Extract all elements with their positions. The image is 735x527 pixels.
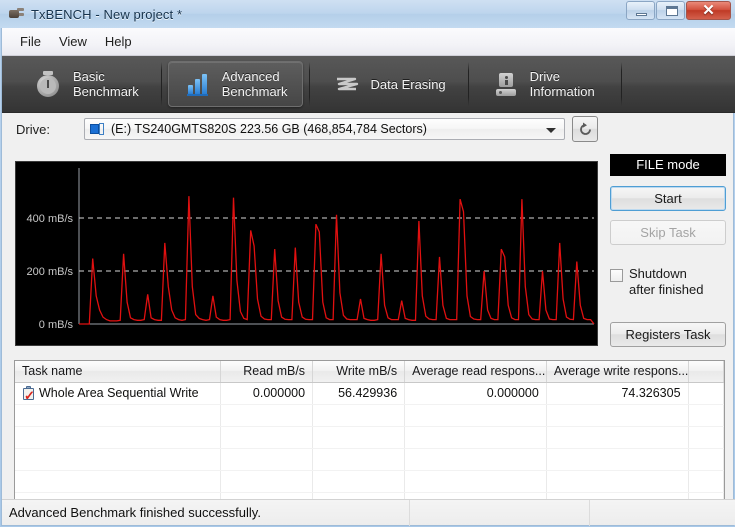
tab-separator — [468, 62, 469, 106]
cell-avg-read-response: 0.000000 — [405, 382, 547, 404]
column-header-write-mbs[interactable]: Write mB/s — [313, 361, 405, 382]
cell-task-name-text: Whole Area Sequential Write — [39, 386, 199, 400]
tab-drive-information[interactable]: Drive Information — [477, 61, 609, 107]
column-header-extra[interactable] — [688, 361, 723, 382]
txbench-window: TxBENCH - New project * ✕ File View Help — [0, 0, 735, 527]
maximize-icon — [666, 6, 678, 16]
table-empty-row — [15, 404, 724, 426]
column-header-avg-read-response[interactable]: Average read respons... — [405, 361, 547, 382]
tab-advanced-benchmark-label: Advanced Benchmark — [222, 69, 288, 99]
menu-help[interactable]: Help — [96, 31, 141, 52]
stopwatch-icon — [34, 69, 64, 99]
disk-icon — [90, 122, 106, 136]
client-area: File View Help Basic Benchmark — [1, 28, 734, 526]
table-empty-row — [15, 448, 724, 470]
refresh-drives-button[interactable] — [572, 116, 598, 142]
shutdown-checkbox-label: Shutdown after finished — [629, 266, 703, 298]
table-empty-row — [15, 426, 724, 448]
tab-separator — [621, 62, 622, 106]
tab-basic-benchmark[interactable]: Basic Benchmark — [20, 61, 153, 107]
column-header-read-mbs[interactable]: Read mB/s — [220, 361, 312, 382]
wave-icon — [332, 69, 362, 99]
registers-task-button[interactable]: Registers Task — [610, 322, 726, 347]
menu-bar: File View Help — [2, 28, 735, 56]
column-header-task-name[interactable]: Task name — [15, 361, 220, 382]
start-button[interactable]: Start — [610, 186, 726, 211]
toolbar-tabs: Basic Benchmark Advanced Benchmark — [2, 56, 735, 113]
skip-task-button: Skip Task — [610, 220, 726, 245]
cell-task-name: ✓ Whole Area Sequential Write — [15, 382, 220, 404]
drive-info-icon — [491, 69, 521, 99]
drive-select-value: (E:) TS240GMTS820S 223.56 GB (468,854,78… — [111, 122, 427, 136]
menu-file[interactable]: File — [11, 31, 50, 52]
drive-selector-row: Drive: (E:) TS240GMTS820S 223.56 GB (468… — [2, 113, 735, 145]
minimize-icon — [636, 13, 647, 16]
maximize-button[interactable] — [656, 1, 685, 20]
refresh-icon — [577, 121, 594, 138]
table-header-row: Task name Read mB/s Write mB/s Average r… — [15, 361, 724, 382]
shutdown-after-finished-row[interactable]: Shutdown after finished — [610, 266, 730, 298]
control-panel: FILE mode Start Skip Task Shutdown after… — [610, 154, 730, 347]
bar-chart-icon — [183, 69, 213, 99]
status-pane-2 — [410, 500, 590, 526]
drive-label: Drive: — [16, 122, 84, 137]
cell-avg-write-response: 74.326305 — [546, 382, 688, 404]
cell-read-mbs: 0.000000 — [220, 382, 312, 404]
title-bar: TxBENCH - New project * ✕ — [0, 0, 735, 28]
menu-view[interactable]: View — [50, 31, 96, 52]
file-mode-badge: FILE mode — [610, 154, 726, 176]
window-title: TxBENCH - New project * — [31, 7, 182, 22]
benchmark-graph: 400 mB/s 200 mB/s 0 mB/s — [15, 161, 598, 346]
plug-icon — [7, 6, 25, 22]
shutdown-checkbox[interactable] — [610, 269, 623, 282]
tab-separator — [309, 62, 310, 106]
table-row[interactable]: ✓ Whole Area Sequential Write 0.000000 5… — [15, 382, 724, 404]
chevron-down-icon — [546, 128, 556, 133]
task-results-table: Task name Read mB/s Write mB/s Average r… — [14, 360, 725, 517]
drive-select[interactable]: (E:) TS240GMTS820S 223.56 GB (468,854,78… — [84, 118, 565, 140]
y-tick-400: 400 mB/s — [27, 213, 74, 225]
cell-extra — [688, 382, 723, 404]
status-pane-3 — [590, 500, 735, 526]
task-clipboard-check-icon: ✓ — [22, 386, 36, 401]
throughput-series — [79, 196, 594, 324]
benchmark-graph-svg: 400 mB/s 200 mB/s 0 mB/s — [16, 162, 597, 345]
tab-advanced-benchmark[interactable]: Advanced Benchmark — [168, 61, 303, 107]
close-icon: ✕ — [687, 2, 730, 19]
column-header-avg-write-response[interactable]: Average write respons... — [546, 361, 688, 382]
status-message: Advanced Benchmark finished successfully… — [2, 500, 410, 526]
tab-drive-information-label: Drive Information — [530, 69, 595, 99]
tab-separator — [161, 62, 162, 106]
window-controls: ✕ — [625, 1, 731, 20]
y-tick-0: 0 mB/s — [39, 319, 74, 331]
close-button[interactable]: ✕ — [686, 1, 731, 20]
table-empty-row — [15, 470, 724, 492]
y-tick-200: 200 mB/s — [27, 266, 74, 278]
minimize-button[interactable] — [626, 1, 655, 20]
tab-basic-benchmark-label: Basic Benchmark — [73, 69, 139, 99]
tab-data-erasing[interactable]: Data Erasing — [318, 61, 460, 107]
status-bar: Advanced Benchmark finished successfully… — [2, 499, 735, 525]
tab-data-erasing-label: Data Erasing — [371, 77, 446, 92]
cell-write-mbs: 56.429936 — [313, 382, 405, 404]
